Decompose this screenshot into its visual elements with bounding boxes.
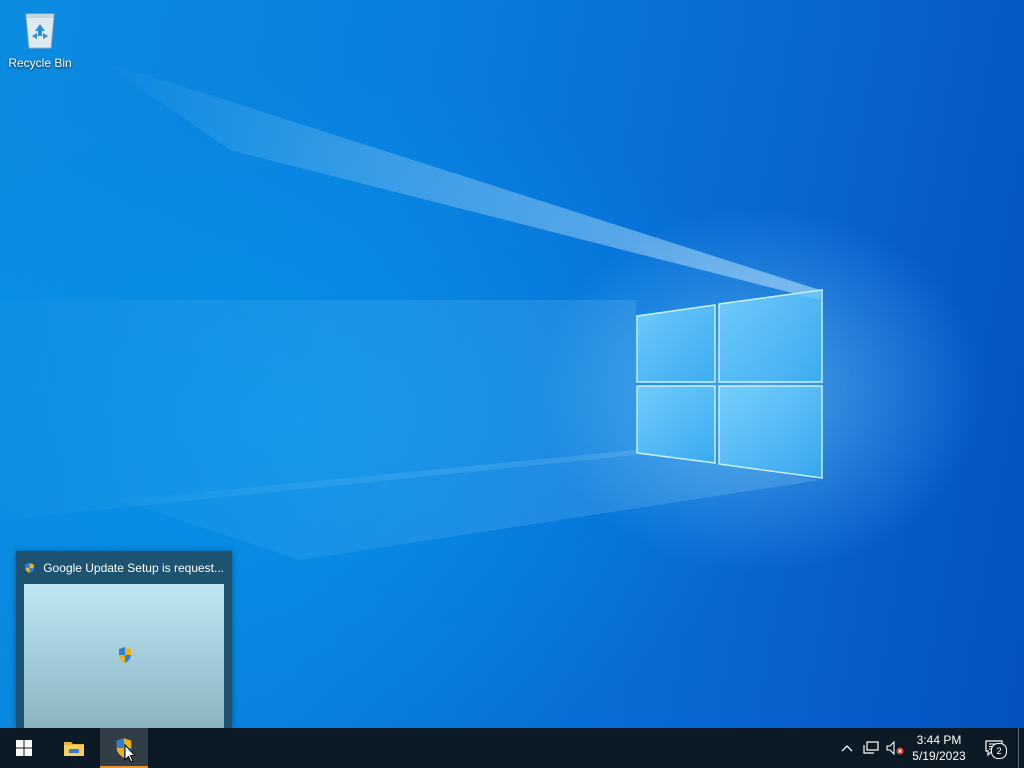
desktop[interactable]: Recycle Bin Google Update Setup is reque… xyxy=(0,0,1024,728)
clock-date: 5/19/2023 xyxy=(912,749,966,763)
start-button[interactable] xyxy=(0,728,48,768)
taskbar: 3:44 PM 5/19/2023 2 xyxy=(0,728,1024,768)
folder-icon xyxy=(64,742,84,756)
preview-thumbnail[interactable] xyxy=(24,584,224,728)
uac-shield-icon xyxy=(119,647,131,663)
recycle-bin-icon xyxy=(25,13,55,49)
mouse-cursor-icon xyxy=(124,744,136,763)
clock-time: 3:44 PM xyxy=(916,733,962,747)
show-desktop-button[interactable] xyxy=(1018,728,1024,768)
notification-count-badge: 2 xyxy=(991,743,1007,759)
chevron-up-icon xyxy=(841,745,853,752)
tray-overflow-button[interactable] xyxy=(838,728,856,768)
action-center-button[interactable]: 2 xyxy=(980,728,1008,768)
preview-title: Google Update Setup is request... xyxy=(43,561,224,575)
volume-muted-icon xyxy=(886,741,904,755)
tray-clock[interactable]: 3:44 PM 5/19/2023 xyxy=(908,728,970,768)
tray-network[interactable] xyxy=(860,728,882,768)
desktop-icon-label: Recycle Bin xyxy=(8,56,72,70)
windows-start-icon xyxy=(16,740,32,756)
uac-shield-icon xyxy=(25,563,34,573)
taskbar-file-explorer[interactable] xyxy=(50,728,98,768)
taskbar-thumbnail-preview[interactable]: Google Update Setup is request... xyxy=(16,551,232,728)
desktop-icon-recycle-bin[interactable]: Recycle Bin xyxy=(4,6,76,70)
network-icon xyxy=(863,741,879,754)
preview-title-bar[interactable]: Google Update Setup is request... xyxy=(24,559,224,577)
wallpaper-windows-logo xyxy=(636,289,823,479)
tray-volume[interactable] xyxy=(884,728,906,768)
